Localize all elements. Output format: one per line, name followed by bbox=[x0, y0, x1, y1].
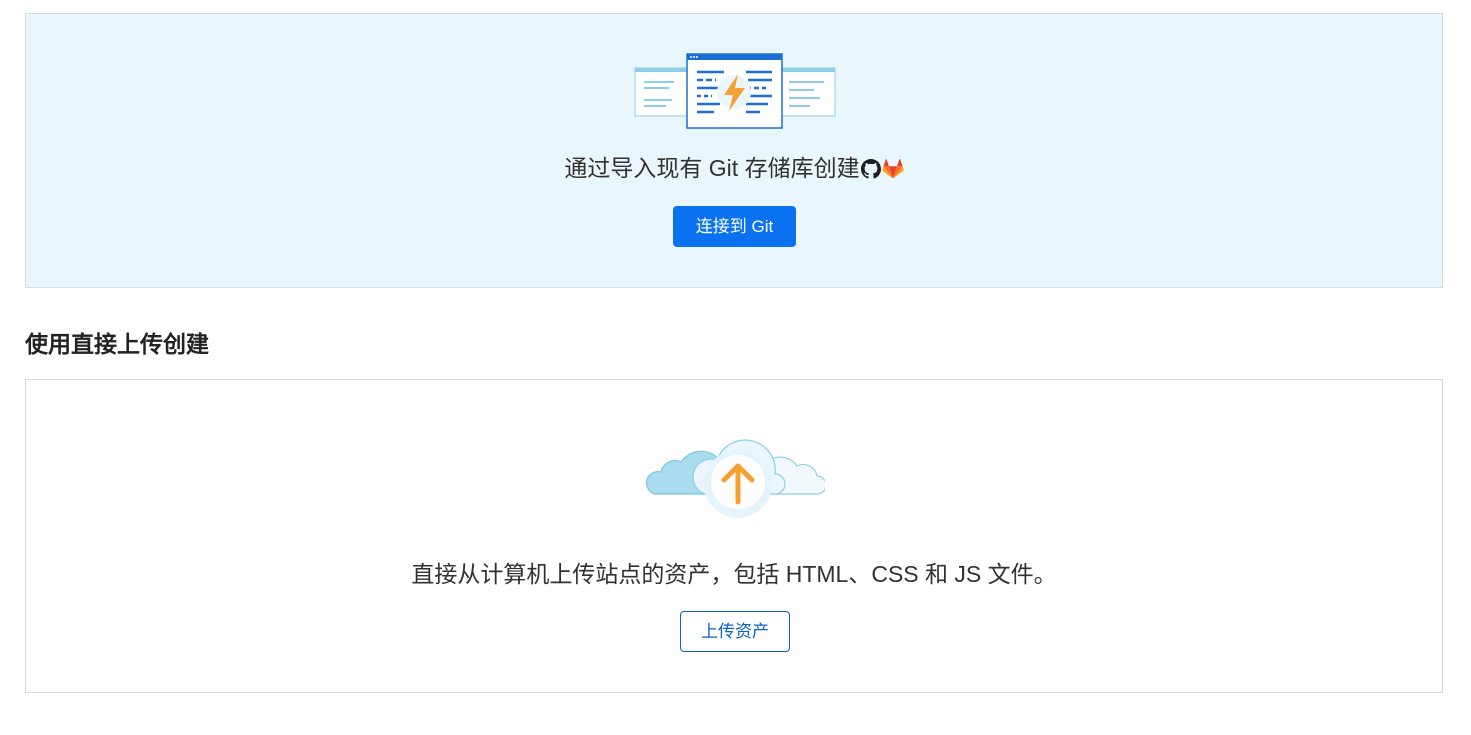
upload-assets-button[interactable]: 上传资产 bbox=[680, 611, 790, 652]
github-icon bbox=[860, 155, 881, 187]
git-import-title: 通过导入现有 Git 存储库创建 bbox=[26, 152, 1442, 187]
direct-upload-heading: 使用直接上传创建 bbox=[25, 331, 209, 357]
direct-upload-card: 直接从计算机上传站点的资产，包括 HTML、CSS 和 JS 文件。 上传资产 bbox=[25, 379, 1443, 693]
cloud-upload-icon bbox=[646, 439, 825, 518]
gitlab-icon bbox=[881, 155, 904, 187]
code-editor-lightning-icon bbox=[634, 53, 836, 129]
direct-upload-description: 直接从计算机上传站点的资产，包括 HTML、CSS 和 JS 文件。 bbox=[411, 561, 1057, 587]
connect-git-button[interactable]: 连接到 Git bbox=[673, 206, 796, 247]
git-import-title-text: 通过导入现有 Git 存储库创建 bbox=[564, 155, 860, 181]
git-import-card: 通过导入现有 Git 存储库创建 连接到 Git bbox=[25, 13, 1443, 288]
